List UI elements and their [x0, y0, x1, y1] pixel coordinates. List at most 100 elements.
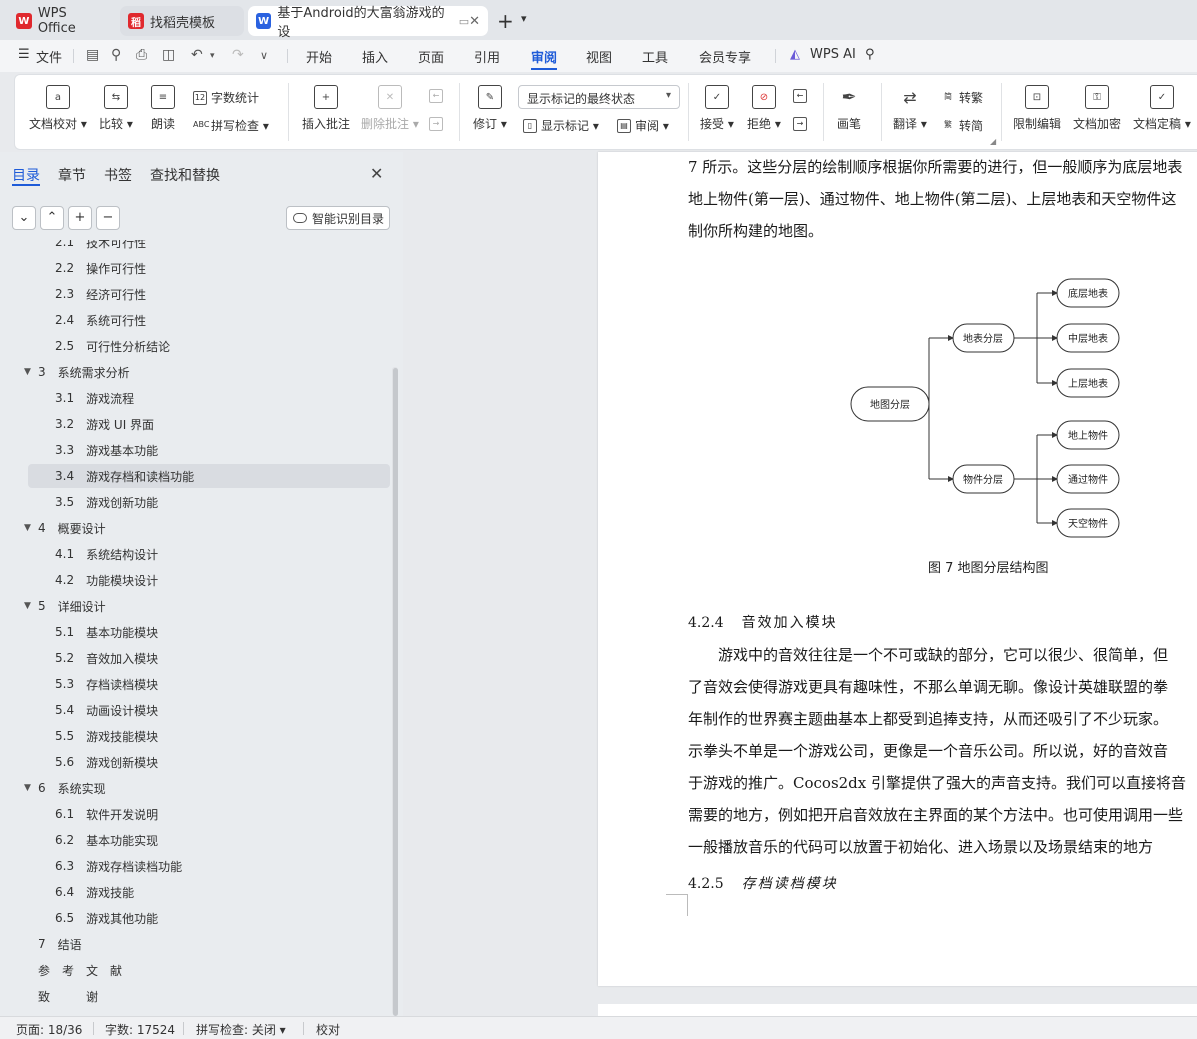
pane-tab-find-replace[interactable]: 查找和替换	[150, 165, 220, 185]
ribbon-expand-icon[interactable]: ◢	[990, 137, 996, 146]
spell-check-button[interactable]: ABC 拼写检查 ▾	[193, 117, 269, 134]
more-icon[interactable]: ∨	[260, 49, 268, 62]
menu-references[interactable]: 引用	[474, 47, 500, 66]
print-preview-icon[interactable]: ◫	[162, 47, 175, 63]
pen-button[interactable]: ✒ 画笔	[837, 85, 861, 132]
encrypt-button[interactable]: ⚿ 文档加密	[1073, 85, 1121, 132]
show-markup-button[interactable]: ▯ 显示标记 ▾	[523, 117, 599, 134]
save-icon[interactable]: ▤	[86, 47, 99, 63]
toc-item[interactable]: 3.2 游戏 UI 界面	[55, 412, 154, 436]
toc-item[interactable]: 6.3 游戏存档读档功能	[55, 854, 182, 878]
toc-item[interactable]: 致 谢	[38, 984, 98, 1008]
toc-item[interactable]: 6.4 游戏技能	[55, 880, 134, 904]
expand-triangle-icon[interactable]: ▼	[24, 367, 31, 377]
next-change-icon[interactable]: →	[793, 117, 811, 131]
undo-menu-icon[interactable]: ▾	[210, 51, 215, 61]
page-indicator[interactable]: 页面: 18/36	[16, 1021, 82, 1038]
new-tab-icon[interactable]: +	[497, 9, 514, 33]
word-count-button[interactable]: 12 字数统计	[193, 89, 259, 106]
toc-item[interactable]: 4.1 系统结构设计	[55, 542, 158, 566]
tab-wps-office[interactable]: W WPS Office	[8, 6, 116, 36]
toc-item[interactable]: 4.2 功能模块设计	[55, 568, 158, 592]
menu-wps-ai[interactable]: WPS AI	[810, 47, 856, 62]
proof-status[interactable]: 校对	[316, 1021, 340, 1038]
toc-item[interactable]: 参 考 文 献	[38, 958, 122, 982]
menu-member[interactable]: 会员专享	[699, 47, 751, 66]
compare-button[interactable]: ⇆ 比较 ▾	[99, 85, 133, 132]
menu-tools[interactable]: 工具	[642, 47, 668, 66]
expand-triangle-icon[interactable]: ▼	[24, 783, 31, 793]
toc-item[interactable]: 6.2 基本功能实现	[55, 828, 158, 852]
search-icon[interactable]: ⚲	[865, 47, 875, 62]
toc-item[interactable]: 2.1 技术可行性	[55, 240, 146, 254]
word-count-indicator[interactable]: 字数: 17524	[105, 1021, 175, 1038]
toc-item[interactable]: 3.3 游戏基本功能	[55, 438, 158, 462]
reject-button[interactable]: ⊘ 拒绝 ▾	[747, 85, 781, 132]
toc-item[interactable]: 5.5 游戏技能模块	[55, 724, 158, 748]
markup-state-select[interactable]: 显示标记的最终状态 ▾	[518, 85, 680, 109]
toc-item[interactable]: ▼ 5 详细设计	[24, 594, 106, 618]
finalize-button[interactable]: ✓ 文档定稿 ▾	[1133, 85, 1191, 132]
share-icon[interactable]: ⚲	[111, 47, 121, 63]
toc-item[interactable]: 5.6 游戏创新模块	[55, 750, 158, 774]
tab-document[interactable]: W 基于Android的大富翁游戏的设 ▭ ✕	[248, 6, 488, 40]
hamburger-icon[interactable]: ☰	[18, 47, 30, 62]
document-page[interactable]: 7 所示。这些分层的绘制顺序根据你所需要的进行，但一般顺序为底层地表 地上物件(…	[598, 152, 1197, 986]
expand-triangle-icon[interactable]: ▼	[24, 601, 31, 611]
insert-comment-button[interactable]: + 插入批注	[302, 85, 350, 132]
undo-icon[interactable]: ↶	[191, 47, 203, 63]
toc-item[interactable]: 5.2 音效加入模块	[55, 646, 158, 670]
toc-item[interactable]: 6.1 软件开发说明	[55, 802, 158, 826]
toc-item[interactable]: ▼ 4 概要设计	[24, 516, 106, 540]
close-pane-icon[interactable]: ✕	[370, 164, 383, 183]
smart-toc-button[interactable]: 智能识别目录	[286, 206, 390, 230]
add-heading-button[interactable]: +	[68, 206, 92, 230]
pane-tab-bookmarks[interactable]: 书签	[104, 165, 132, 185]
toc-item[interactable]: 7 结语	[38, 932, 82, 956]
menu-review[interactable]: 审阅	[531, 47, 557, 66]
menu-page[interactable]: 页面	[418, 47, 444, 66]
toc-item[interactable]: 2.4 系统可行性	[55, 308, 146, 332]
read-aloud-button[interactable]: ≡ 朗读	[151, 85, 175, 132]
toc-item-title: 游戏基本功能	[86, 443, 159, 458]
print-icon[interactable]: ⎙	[136, 47, 147, 63]
tab-template[interactable]: 稻 找稻壳模板	[120, 6, 244, 36]
spell-check-status[interactable]: 拼写检查: 关闭 ▾	[196, 1021, 286, 1038]
toc-item[interactable]: 5.4 动画设计模块	[55, 698, 158, 722]
expand-all-button[interactable]: ⌄	[12, 206, 36, 230]
menu-home[interactable]: 开始	[306, 47, 332, 66]
restrict-edit-button[interactable]: ⊡ 限制编辑	[1013, 85, 1061, 132]
accept-button[interactable]: ✓ 接受 ▾	[700, 85, 734, 132]
to-simplified-button[interactable]: 繁 转简	[941, 117, 983, 134]
expand-triangle-icon[interactable]: ▼	[24, 523, 31, 533]
toc-item[interactable]: 6.5 游戏其他功能	[55, 906, 158, 930]
scrollbar-thumb[interactable]	[393, 368, 398, 1016]
to-traditional-button[interactable]: 简 转繁	[941, 89, 983, 106]
toc-item[interactable]: 3.5 游戏创新功能	[55, 490, 158, 514]
toc-item[interactable]: 2.3 经济可行性	[55, 282, 146, 306]
toc-item[interactable]: 2.2 操作可行性	[55, 256, 146, 280]
toc-item[interactable]: 3.1 游戏流程	[55, 386, 134, 410]
translate-button[interactable]: ⇄ 翻译 ▾	[893, 85, 927, 132]
menu-view[interactable]: 视图	[586, 47, 612, 66]
chevron-down-icon[interactable]: ▾	[521, 12, 527, 25]
toc-item[interactable]: 2.5 可行性分析结论	[55, 334, 170, 358]
collapse-all-button[interactable]: ⌃	[40, 206, 64, 230]
doc-proof-button[interactable]: a 文档校对 ▾	[29, 85, 87, 132]
toc-item[interactable]: ▼ 3 系统需求分析	[24, 360, 130, 384]
prev-change-icon[interactable]: ←	[793, 89, 811, 103]
revise-button[interactable]: ✎ 修订 ▾	[473, 85, 507, 132]
pane-tab-sections[interactable]: 章节	[58, 165, 86, 185]
menu-insert[interactable]: 插入	[362, 47, 388, 66]
close-tab-icon[interactable]: ✕	[469, 14, 480, 29]
toc-item[interactable]: ▼ 6 系统实现	[24, 776, 106, 800]
toc-item[interactable]: 5.3 存档读档模块	[55, 672, 158, 696]
divider	[459, 83, 460, 141]
menu-file[interactable]: 文件	[36, 47, 62, 66]
pane-tab-toc[interactable]: 目录	[12, 165, 40, 185]
remove-heading-button[interactable]: −	[96, 206, 120, 230]
toc-item[interactable]: 3.4 游戏存档和读档功能	[28, 464, 390, 488]
monitor-icon[interactable]: ▭	[459, 15, 469, 28]
toc-item[interactable]: 5.1 基本功能模块	[55, 620, 158, 644]
review-pane-button[interactable]: ▤ 审阅 ▾	[617, 117, 669, 134]
